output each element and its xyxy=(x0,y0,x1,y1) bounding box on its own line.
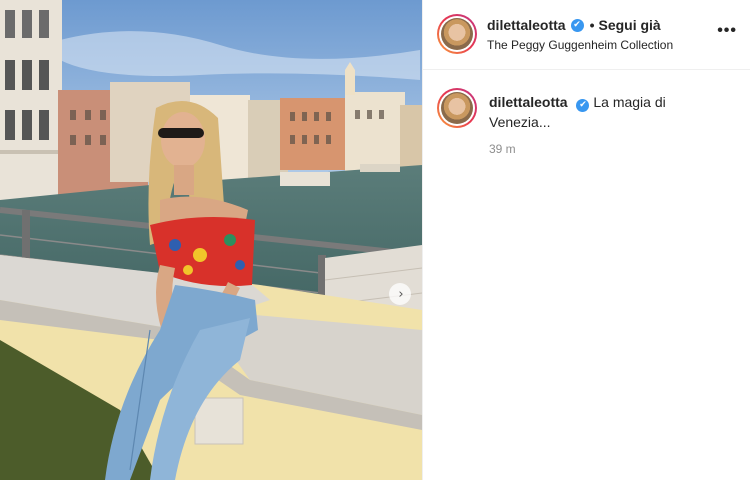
post-header: dilettaleotta ✔ • Segui già The Peggy Gu… xyxy=(423,0,750,70)
separator-dot: • xyxy=(589,17,595,33)
location-link[interactable]: The Peggy Guggenheim Collection xyxy=(487,38,673,52)
avatar[interactable] xyxy=(437,14,477,54)
verified-badge-icon: ✔ xyxy=(570,18,584,32)
following-button[interactable]: Segui già xyxy=(598,17,660,33)
post-photo[interactable]: › xyxy=(0,0,422,480)
verified-badge-icon: ✔ xyxy=(576,99,590,112)
chevron-right-icon: › xyxy=(398,286,404,302)
username-link[interactable]: dilettaleotta xyxy=(487,17,566,33)
caption-avatar[interactable] xyxy=(437,88,477,128)
caption-text: dilettaleotta ✔ La magia di Venezia... xyxy=(489,92,729,132)
post-side-panel: dilettaleotta ✔ • Segui già The Peggy Gu… xyxy=(422,0,750,480)
post-timestamp[interactable]: 39 m xyxy=(489,142,516,156)
more-options-icon[interactable]: ••• xyxy=(717,22,737,40)
next-photo-button[interactable]: › xyxy=(389,283,411,305)
caption-username-link[interactable]: dilettaleotta xyxy=(489,94,568,110)
venice-photo-illustration xyxy=(0,0,422,480)
post-author: dilettaleotta ✔ • Segui già xyxy=(487,17,661,33)
